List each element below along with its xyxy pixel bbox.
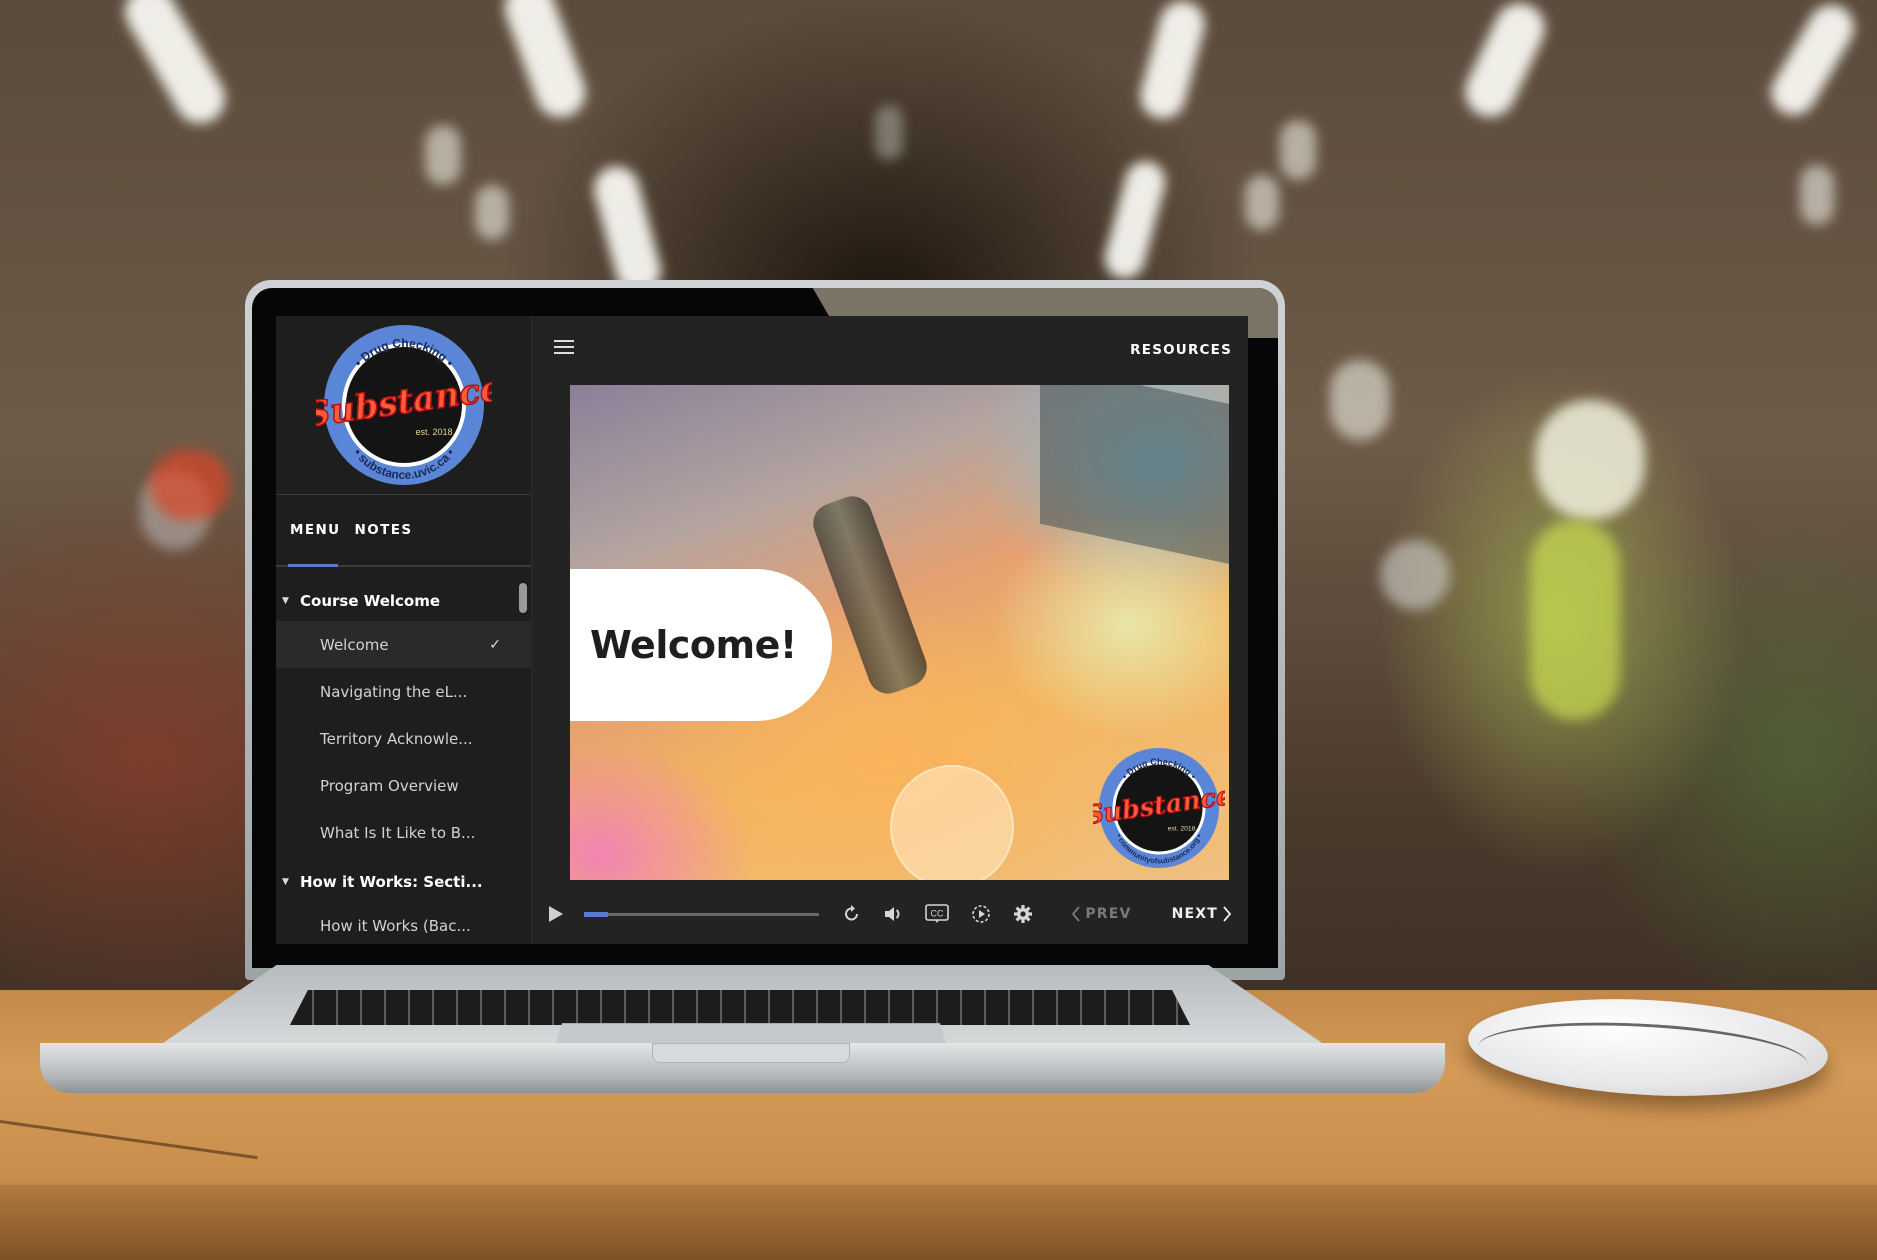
- lesson-welcome[interactable]: Welcome ✓: [276, 621, 531, 668]
- seek-bar[interactable]: [584, 911, 820, 917]
- slide-photo-laptop: [1040, 385, 1229, 567]
- tab-notes[interactable]: NOTES: [355, 522, 413, 538]
- chevron-left-icon: [1072, 906, 1080, 922]
- lesson-program-overview[interactable]: Program Overview: [276, 762, 531, 809]
- section-how-it-works[interactable]: ▼ How it Works: Secti...: [276, 862, 531, 902]
- svg-text:CC: CC: [931, 909, 944, 919]
- main-content: RESOURCES Welcome! • Drug Checking • • c…: [532, 316, 1248, 944]
- svg-text:est. 2018: est. 2018: [1168, 826, 1196, 833]
- bokeh-light: [1535, 400, 1645, 520]
- course-player: • Drug Checking • • substance.uvic.ca • …: [276, 316, 1248, 944]
- lesson-how-it-works[interactable]: How it Works (Bac...: [276, 902, 531, 944]
- settings-gear-icon[interactable]: [1013, 904, 1033, 924]
- bokeh-light: [475, 185, 509, 240]
- bokeh-light: [588, 161, 667, 299]
- lesson-label: Navigating the eL...: [320, 682, 468, 701]
- caret-down-icon: ▼: [282, 596, 289, 606]
- laptop-keyboard: [290, 990, 1190, 1025]
- next-button[interactable]: NEXT: [1172, 906, 1232, 922]
- bokeh-light: [497, 0, 593, 125]
- slide-title: Welcome!: [590, 623, 797, 667]
- bokeh-light: [115, 0, 235, 133]
- player-controls: CC PREV NEXT: [532, 884, 1248, 944]
- lesson-territory-acknowledgement[interactable]: Territory Acknowle...: [276, 715, 531, 762]
- bokeh-light: [1800, 165, 1834, 225]
- volume-icon[interactable]: [883, 905, 903, 923]
- seek-bar-progress: [584, 911, 608, 917]
- play-icon[interactable]: [548, 905, 564, 923]
- bokeh-light: [1100, 156, 1170, 284]
- bokeh-light: [1763, 0, 1862, 124]
- bokeh-light: [1380, 540, 1450, 610]
- lesson-navigating[interactable]: Navigating the eL...: [276, 668, 531, 715]
- lesson-label: What Is It Like to B...: [320, 823, 476, 842]
- bokeh-light: [1330, 360, 1390, 440]
- slide-photo-petri-dish: [890, 765, 1014, 880]
- section-title: Course Welcome: [300, 592, 441, 610]
- lesson-what-is-it-like[interactable]: What Is It Like to B...: [276, 809, 531, 856]
- checkmark-icon: ✓: [489, 636, 501, 653]
- welcome-banner: Welcome!: [570, 569, 832, 721]
- substance-logo: • Drug Checking • • substance.uvic.ca • …: [276, 316, 531, 495]
- section-course-welcome[interactable]: ▼ Course Welcome: [276, 581, 531, 621]
- player-icon-group: CC: [843, 904, 1033, 924]
- course-menu: ▼ Course Welcome Welcome ✓ Navigating th…: [276, 567, 531, 944]
- bokeh-light: [425, 125, 461, 185]
- laptop-base: [40, 965, 1445, 1095]
- bokeh-light: [1456, 0, 1554, 125]
- next-label: NEXT: [1171, 906, 1218, 922]
- playback-speed-icon[interactable]: [971, 904, 991, 924]
- caret-down-icon: ▼: [282, 877, 289, 887]
- bokeh-light: [1135, 0, 1210, 124]
- lesson-label: Territory Acknowle...: [320, 729, 473, 748]
- lesson-label: Program Overview: [320, 776, 459, 795]
- logo-est-text: est. 2018: [415, 427, 452, 437]
- bokeh-light: [1530, 520, 1620, 720]
- sidebar-tabs: MENU NOTES: [276, 495, 531, 567]
- laptop-bezel: • Drug Checking • • substance.uvic.ca • …: [252, 288, 1278, 968]
- replay-icon[interactable]: [843, 905, 861, 923]
- tab-menu[interactable]: MENU: [290, 522, 341, 538]
- laptop-lid-notch: [652, 1043, 850, 1063]
- section-title: How it Works: Secti...: [300, 873, 483, 891]
- prev-button[interactable]: PREV: [1071, 906, 1131, 922]
- lesson-label: Welcome: [320, 635, 389, 654]
- menu-scrollbar[interactable]: [519, 583, 527, 613]
- resources-button[interactable]: RESOURCES: [1130, 342, 1232, 358]
- bokeh-light: [875, 105, 903, 160]
- chevron-right-icon: [1223, 906, 1232, 922]
- slide-stage: Welcome! • Drug Checking • • communityof…: [570, 385, 1229, 880]
- desk-edge: [0, 1185, 1877, 1260]
- hamburger-icon[interactable]: [554, 340, 574, 354]
- bokeh-light: [1280, 120, 1316, 180]
- sidebar: • Drug Checking • • substance.uvic.ca • …: [276, 316, 532, 944]
- slide-watermark-logo: • Drug Checking • • communityofsubstance…: [1083, 744, 1229, 876]
- prev-label: PREV: [1085, 906, 1132, 922]
- closed-captions-icon[interactable]: CC: [925, 904, 950, 924]
- bokeh-light: [150, 450, 230, 520]
- lesson-label: How it Works (Bac...: [320, 916, 471, 935]
- bokeh-light: [1245, 175, 1279, 230]
- substance-logo-graphic: • Drug Checking • • substance.uvic.ca • …: [316, 325, 492, 485]
